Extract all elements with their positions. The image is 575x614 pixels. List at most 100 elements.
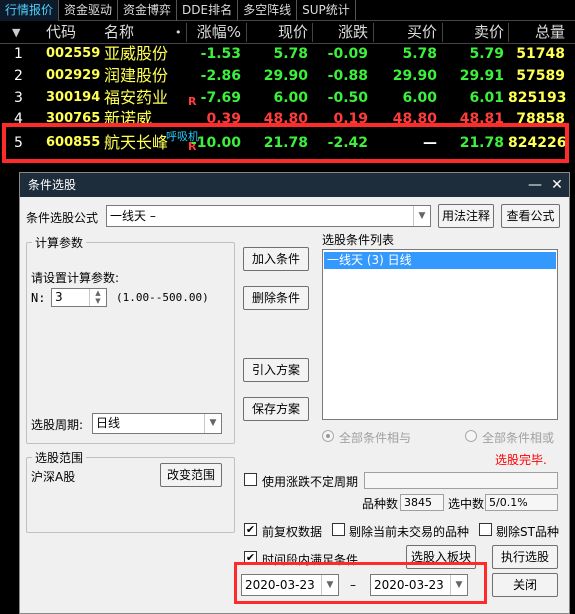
table-header: ▼ 代码 名称 • 涨幅% 现价 涨跌 买价 卖价 总量 [0,21,575,44]
stock-name: 福安药业 [104,88,169,107]
radio-all-and[interactable] [322,430,334,442]
spinner-icon[interactable]: ▲ ▼ [89,289,106,306]
stock-name: 润建股份 [104,66,169,85]
minimize-icon[interactable]: — [524,173,546,197]
condition-list[interactable]: 一线天 (3) 日线 [322,249,558,420]
ask: 5.79 [469,46,504,62]
tab-fund-game[interactable]: 资金博弈 [118,0,178,21]
volume: 825193 [508,90,567,106]
table-row[interactable]: 3 300194 福安药业 R -7.69 6.00 -0.50 6.00 6.… [0,87,575,109]
change-pct: -1.53 [200,46,241,62]
table-row[interactable]: 1 002559 亚威股份 -1.53 5.78 -0.09 5.78 5.79… [0,43,575,65]
use-period-label: 使用涨跌不定周期 [262,475,359,489]
price: 6.00 [273,90,308,106]
n-param-input[interactable]: 3 ▲ ▼ [51,288,107,307]
col-header-change[interactable]: 涨跌 [312,21,368,44]
add-condition-button[interactable]: 加入条件 [243,247,309,271]
n-range-label: (1.00--500.00) [116,291,209,304]
calc-params-title: 计算参数 [32,234,87,251]
execute-screen-button[interactable]: 执行选股 [492,545,558,569]
tab-long-short[interactable]: 多空阵线 [238,0,298,21]
selected-label: 选中数 [448,497,485,511]
fq-label: 前复权数据 [262,525,323,539]
stock-code: 002559 [46,46,101,61]
save-scheme-button[interactable]: 保存方案 [243,397,309,421]
change: -0.50 [327,90,368,106]
tab-dde-rank[interactable]: DDE排名 [177,0,239,21]
dialog-title: 条件选股 [20,173,569,197]
exclude-st-label: 剔除ST品种 [496,525,559,539]
delete-condition-button[interactable]: 删除条件 [243,286,309,310]
change: -0.09 [327,46,368,62]
period-label: 选股周期: [31,418,84,432]
tab-quotes[interactable]: 行情报价 [0,0,60,21]
table-row[interactable]: 2 002929 润建股份 -2.86 29.90 -0.88 29.90 29… [0,65,575,87]
radio-all-or[interactable] [465,430,477,442]
row-index: 2 [14,68,23,84]
chevron-down-icon[interactable]: ▼ [413,206,430,226]
n-param-value: 3 [55,290,63,304]
row-index: 1 [14,46,23,62]
price: 5.78 [273,46,308,62]
condition-list-label: 选股条件列表 [322,233,395,247]
col-header-code[interactable]: 代码 [46,21,76,44]
fq-checkbox[interactable]: ✔ [244,523,257,536]
use-period-checkbox[interactable] [244,473,257,486]
price: 29.90 [263,68,308,84]
period-select[interactable]: 日线 ▼ [92,413,222,434]
period-field [364,472,558,489]
period-select-value: 日线 [96,416,121,430]
stock-name: 亚威股份 [104,44,169,63]
col-header-dot: • [175,26,182,39]
volume: 51748 [516,46,565,62]
radio-all-and-label: 全部条件相与 [339,431,412,445]
chevron-down-icon[interactable]: ▼ [204,414,221,433]
highlight-box-dates [234,562,487,604]
bid: 29.90 [392,68,437,84]
import-scheme-button[interactable]: 引入方案 [243,358,309,382]
count-label: 品种数 [362,497,399,511]
change-pct: -7.69 [200,90,241,106]
scope-title: 选股范围 [32,449,87,466]
bid: 5.78 [402,46,437,62]
view-formula-button[interactable]: 查看公式 [501,204,560,228]
stock-code: 300194 [46,90,101,105]
exclude-untraded-checkbox[interactable] [332,523,345,536]
stock-code: 002929 [46,68,101,83]
change-scope-button[interactable]: 改变范围 [160,463,222,487]
scope-value: 沪深A股 [31,470,76,484]
n-label: N: [31,291,46,305]
tab-fund-driven[interactable]: 资金驱动 [59,0,119,21]
ask: 29.91 [459,68,504,84]
usage-notes-button[interactable]: 用法注释 [438,204,494,228]
stock-screener-dialog: 条件选股 — ✕ 条件选股公式 一线天 – ▼ 用法注释 查看公式 计算参数 请… [19,172,570,614]
highlight-box-row [2,123,569,163]
selected-value: 5/0.1% [485,494,558,511]
change: -0.88 [327,68,368,84]
col-header-volume[interactable]: 总量 [508,21,565,44]
condition-list-item[interactable]: 一线天 (3) 日线 [324,252,556,269]
formula-select[interactable]: 一线天 – ▼ [106,205,431,227]
ask: 6.01 [469,90,504,106]
check-icon: ✔ [245,523,256,536]
col-header-price[interactable]: 现价 [246,21,308,44]
tab-bar: 行情报价 资金驱动 资金博弈 DDE排名 多空阵线 SUP统计 [0,0,575,21]
col-header-name[interactable]: 名称 [104,21,134,44]
formula-label: 条件选股公式 [26,211,99,225]
count-value: 3845 [400,494,444,511]
tab-sup-stats[interactable]: SUP统计 [297,0,356,21]
set-params-label: 请设置计算参数: [31,271,120,285]
col-header-ask[interactable]: 卖价 [442,21,504,44]
row-index: 3 [14,90,23,106]
exclude-st-checkbox[interactable] [479,523,492,536]
exclude-untraded-label: 剔除当前未交易的品种 [349,525,470,539]
close-button[interactable]: 关闭 [492,573,558,597]
close-icon[interactable]: ✕ [546,173,568,197]
col-header-bid[interactable]: 买价 [373,21,437,44]
col-header-change-pct[interactable]: 涨幅% [186,21,241,44]
volume: 57589 [516,68,565,84]
change-pct: -2.86 [200,68,241,84]
formula-select-value: 一线天 – [110,209,156,223]
sort-toggle-icon[interactable]: ▼ [12,21,20,44]
status-text: 选股完毕. [495,453,547,467]
